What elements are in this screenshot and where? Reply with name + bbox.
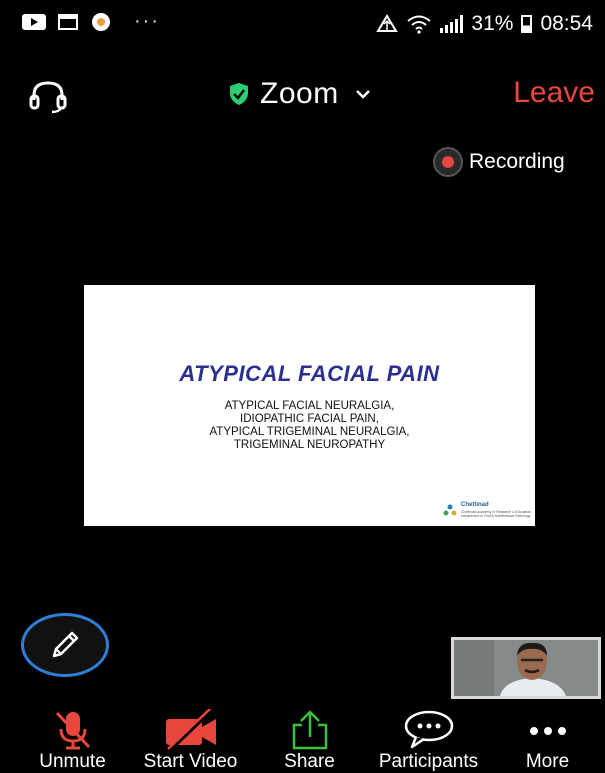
slide-subtitle-line: IDIOPATHIC FACIAL PAIN,: [240, 413, 379, 425]
video-off-icon: [165, 709, 216, 751]
pencil-icon: [52, 631, 79, 658]
microphone-muted-icon: [55, 711, 90, 750]
record-icon: [433, 147, 463, 177]
youtube-icon: [22, 14, 46, 30]
more-dots-icon: [529, 727, 566, 735]
status-bar: ··· 31% 08:54: [0, 0, 605, 50]
unmute-button[interactable]: Unmute: [25, 703, 120, 772]
recording-indicator[interactable]: Recording: [433, 147, 565, 177]
chat-bubble-icon: [404, 710, 453, 749]
status-time: 08:54: [540, 12, 593, 35]
meeting-toolbar: Unmute Start Video Share Participants Mo…: [0, 703, 605, 772]
meeting-title-label: Zoom: [260, 77, 339, 110]
shield-check-icon: [230, 83, 248, 105]
more-notifications-icon: ···: [134, 10, 160, 32]
data-icon: [376, 14, 399, 32]
annotate-button[interactable]: [21, 613, 109, 677]
start-video-button[interactable]: Start Video: [133, 703, 248, 772]
battery-icon: [521, 15, 533, 33]
institution-logo: Chettinad Chettinad Academy of Research …: [443, 502, 531, 520]
meeting-title[interactable]: Zoom: [228, 77, 371, 111]
shared-screen-slide: ATYPICAL FACIAL PAIN ATYPICAL FACIAL NEU…: [84, 285, 535, 526]
slide-subtitle-line: ATYPICAL TRIGEMINAL NEURALGIA,: [209, 426, 410, 438]
participants-button[interactable]: Participants: [370, 703, 487, 772]
meeting-top-bar: Zoom Leave: [0, 50, 605, 116]
leave-button[interactable]: Leave: [513, 76, 595, 110]
slide-subtitle-line: TRIGEMINAL NEUROPATHY: [233, 439, 386, 451]
battery-percent: 31%: [471, 12, 514, 35]
slide-title: ATYPICAL FACIAL PAIN: [179, 361, 440, 386]
logo-mark-icon: [443, 504, 457, 516]
logo-name: Chettinad: [461, 502, 489, 508]
self-video-thumbnail[interactable]: [451, 637, 601, 699]
status-right: 31% 08:54: [376, 12, 593, 36]
recording-label: Recording: [469, 150, 565, 173]
signal-icon: [440, 15, 464, 33]
slide-subtitle-line: ATYPICAL FACIAL NEURALGIA,: [224, 400, 395, 412]
more-button[interactable]: More: [510, 703, 585, 772]
participant-video: [454, 640, 598, 696]
logo-line: Department of Oral & Maxillofacial Patho…: [461, 514, 531, 518]
app-icon: [92, 13, 110, 31]
wifi-icon: [407, 15, 432, 34]
calendar-icon: [58, 14, 78, 30]
share-upload-icon: [292, 710, 327, 750]
chevron-down-icon: [355, 90, 370, 99]
share-button[interactable]: Share: [272, 703, 347, 772]
slide-subtitle: ATYPICAL FACIAL NEURALGIA, IDIOPATHIC FA…: [84, 400, 535, 452]
headphones-icon[interactable]: [28, 78, 68, 114]
